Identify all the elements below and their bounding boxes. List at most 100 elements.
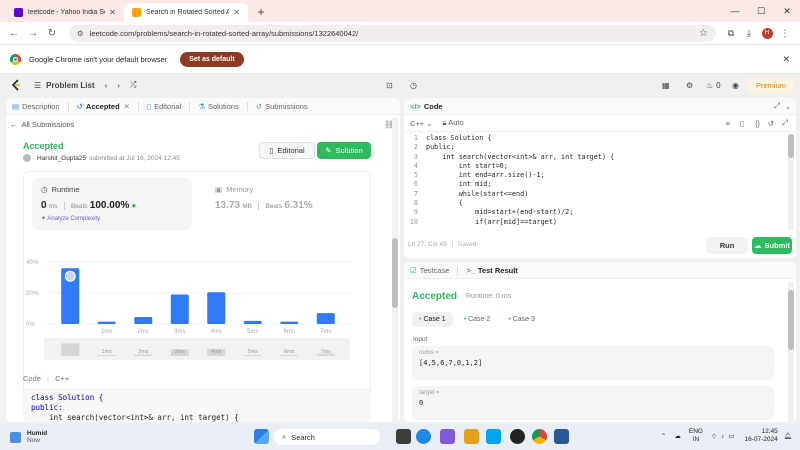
chevron-up-icon[interactable]: ⌃: [661, 432, 666, 440]
collapse-panel-icon[interactable]: ⌄: [785, 102, 791, 111]
run-button[interactable]: Run: [706, 237, 748, 254]
store-icon[interactable]: [486, 429, 501, 444]
reset-icon[interactable]: ↺: [768, 119, 774, 128]
runtime-card[interactable]: ◷ Runtime 0 ms Beats 100.00% ● ✦ Analyze …: [32, 178, 192, 230]
scrollbar-thumb[interactable]: [788, 134, 794, 158]
minimize-icon[interactable]: —: [722, 0, 748, 22]
tab-testcase[interactable]: ☑ Testcase: [410, 266, 449, 275]
forward-icon[interactable]: →: [25, 25, 41, 41]
debug-icon[interactable]: ⊡: [386, 81, 393, 90]
extensions-icon[interactable]: ⧉: [722, 25, 740, 41]
notification-bell-icon[interactable]: 🔔︎: [784, 432, 792, 440]
memory-card[interactable]: ▣ Memory 13.73 MB Beats 6.31%: [206, 178, 356, 230]
chart-bar[interactable]: [170, 294, 189, 324]
input-field-target[interactable]: target = 0: [412, 386, 774, 420]
reload-icon[interactable]: ↻: [44, 25, 60, 41]
prev-problem-icon[interactable]: ‹: [105, 81, 108, 90]
case-tab[interactable]: • Case 3: [501, 312, 542, 327]
tab-description[interactable]: ▤ Description: [12, 102, 60, 111]
taskbar-search[interactable]: ⌕ Search: [274, 429, 380, 445]
tab-submissions[interactable]: ↺ Submissions: [256, 102, 308, 111]
input-field-nums[interactable]: nums = [4,5,6,7,0,1,2]: [412, 346, 774, 380]
task-view-icon[interactable]: [396, 429, 411, 444]
fullscreen-icon[interactable]: ⤢: [782, 118, 788, 128]
dell-icon[interactable]: [510, 429, 525, 444]
tab-code[interactable]: </> Code: [410, 102, 443, 111]
author-name[interactable]: Harshit_Gupta25: [37, 155, 86, 162]
tab-test-result[interactable]: >_ Test Result: [466, 266, 517, 275]
scrollbar-thumb[interactable]: [392, 238, 398, 308]
editor-scrollbar[interactable]: [788, 134, 794, 230]
code-line: 7 while(start<=end): [404, 190, 788, 199]
next-problem-icon[interactable]: ›: [117, 81, 120, 90]
url-field[interactable]: ⚙ leetcode.com/problems/search-in-rotate…: [69, 24, 716, 42]
braces-icon[interactable]: {}: [755, 119, 760, 128]
volume-icon[interactable]: ♪: [721, 433, 724, 440]
premium-button[interactable]: Premium: [747, 77, 794, 93]
close-infobar-icon[interactable]: ✕: [782, 54, 790, 65]
chart-bar[interactable]: [243, 320, 262, 324]
cloud-icon[interactable]: ☁: [674, 432, 681, 440]
file-explorer-icon[interactable]: [464, 429, 479, 444]
tab-accepted[interactable]: ↺ Accepted ✕: [77, 102, 130, 111]
format-icon[interactable]: ≡: [726, 119, 730, 128]
editorial-button[interactable]: ▯ Editorial: [259, 142, 315, 159]
downloads-icon[interactable]: ⤓: [740, 25, 758, 41]
battery-icon[interactable]: ▭: [728, 432, 734, 440]
tab-editorial[interactable]: ▯ Editorial: [147, 102, 181, 111]
site-info-icon[interactable]: ⚙: [77, 29, 84, 38]
case-tab[interactable]: • Case 1: [412, 312, 453, 327]
settings-icon[interactable]: ⚙: [686, 81, 693, 90]
maximize-panel-icon[interactable]: ⤢: [774, 101, 780, 111]
range-selector[interactable]: [44, 338, 350, 360]
profile-avatar[interactable]: H: [758, 25, 776, 41]
app-icon[interactable]: [554, 429, 569, 444]
close-window-icon[interactable]: ✕: [774, 0, 800, 22]
chart-bar[interactable]: [280, 321, 299, 324]
scrollbar-thumb[interactable]: [788, 290, 794, 350]
clock[interactable]: 12:45 16-07-2024: [744, 428, 777, 444]
case-tab[interactable]: • Case 2: [457, 312, 498, 327]
chrome-taskbar-icon[interactable]: [532, 429, 547, 444]
streak-counter[interactable]: ♨ 0: [706, 81, 721, 90]
maximize-icon[interactable]: ☐: [748, 0, 774, 22]
leetcode-logo-icon[interactable]: [10, 79, 22, 91]
tab-solutions[interactable]: ⚗ Solutions: [198, 102, 239, 111]
submit-button[interactable]: ☁ Submit: [752, 237, 792, 254]
chart-bar[interactable]: [97, 321, 116, 324]
chart-bar[interactable]: [207, 292, 226, 324]
browser-tab[interactable]: leetcode - Yahoo India Search R ✕: [6, 3, 124, 22]
menu-kebab-icon[interactable]: ⋮: [776, 25, 794, 41]
analyze-complexity-link[interactable]: ✦ Analyze Complexity: [41, 215, 183, 222]
language-select[interactable]: C++ ⌄: [410, 119, 433, 128]
bookmark-star-icon[interactable]: ☆: [699, 28, 708, 39]
code-editor[interactable]: 1 class Solution {2 public: 3 int search(ve…: [404, 134, 788, 230]
chart-bar[interactable]: [316, 313, 335, 324]
back-icon[interactable]: ←: [6, 25, 22, 41]
edge-icon[interactable]: [416, 429, 431, 444]
code-line: 1 class Solution {: [404, 134, 788, 143]
layout-icon[interactable]: ▦: [662, 81, 670, 90]
set-default-button[interactable]: Set as default: [180, 51, 244, 67]
close-tab-icon[interactable]: ✕: [124, 102, 130, 111]
close-tab-icon[interactable]: ✕: [109, 8, 116, 17]
solution-button[interactable]: ✎ Solution: [317, 142, 371, 159]
problem-list-button[interactable]: ☰ Problem List: [34, 81, 95, 90]
left-scrollbar[interactable]: [392, 118, 398, 422]
weather-widget[interactable]: Humid Now: [10, 430, 47, 444]
app-icon[interactable]: [440, 429, 455, 444]
shuffle-icon[interactable]: ⤮: [130, 80, 136, 90]
start-menu-icon[interactable]: [254, 429, 269, 444]
chart-bar[interactable]: [134, 317, 153, 324]
all-submissions-link[interactable]: ← All Submissions: [10, 120, 74, 129]
result-scrollbar[interactable]: [788, 282, 794, 422]
browser-tab-active[interactable]: Search in Rotated Sorted Array ✕: [124, 3, 248, 22]
new-tab-button[interactable]: +: [252, 3, 270, 21]
language-indicator[interactable]: ENG IN: [689, 428, 703, 444]
user-avatar[interactable]: ◉: [732, 81, 739, 90]
close-tab-icon[interactable]: ✕: [233, 8, 240, 17]
timer-icon[interactable]: ◷: [410, 81, 417, 90]
wifi-icon[interactable]: ⌔: [711, 432, 717, 441]
auto-mode-toggle[interactable]: 🔒︎ Auto: [443, 118, 464, 128]
bookmark-icon[interactable]: ▯: [740, 119, 744, 128]
